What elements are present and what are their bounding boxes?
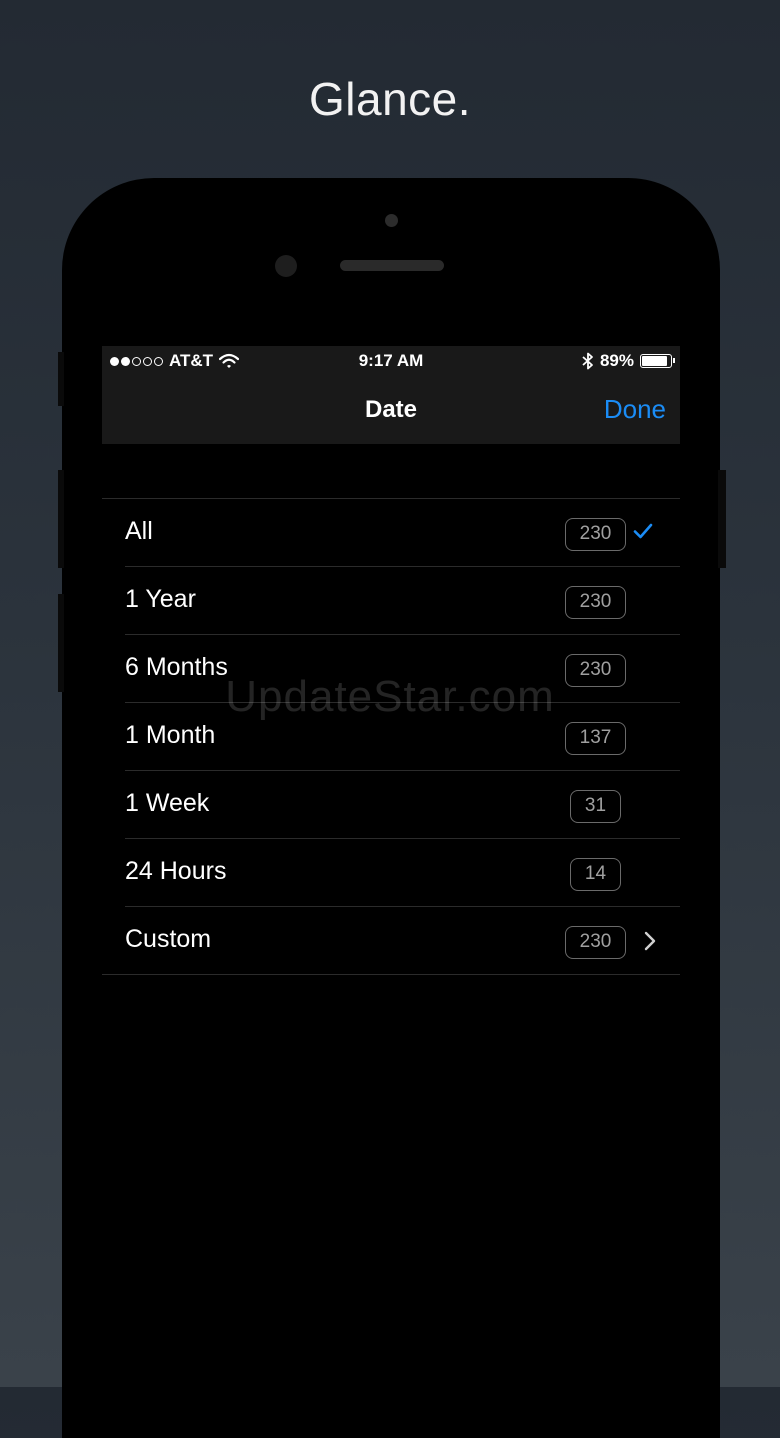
count-badge: 14 [570, 858, 621, 891]
navigation-bar: Date Done [102, 376, 680, 444]
volume-up-button [58, 470, 64, 568]
bluetooth-icon [582, 352, 593, 370]
watermark: UpdateStar.com [225, 672, 555, 721]
earpiece-speaker [340, 260, 444, 271]
done-button[interactable]: Done [604, 394, 666, 425]
phone-screen: AT&T 9:17 AM 89% Date Done All 230 1 Yea… [102, 346, 680, 1387]
date-option-1-week[interactable]: 1 Week 31 [125, 771, 680, 839]
count-badge: 230 [565, 586, 626, 619]
count-badge: 137 [565, 722, 626, 755]
status-right: 89% [582, 351, 675, 371]
mute-switch [58, 352, 64, 406]
status-bar: AT&T 9:17 AM 89% [102, 346, 680, 376]
power-button [718, 470, 726, 568]
front-camera [275, 255, 297, 277]
option-label: 1 Week [125, 789, 210, 817]
battery-tip [673, 358, 675, 363]
date-option-1-year[interactable]: 1 Year 230 [125, 567, 680, 635]
headline: Glance. [308, 73, 472, 125]
date-option-all[interactable]: All 230 [125, 499, 680, 567]
page-title: Date [364, 396, 418, 423]
option-label: 1 Year [125, 585, 196, 613]
option-label: Custom [125, 925, 212, 953]
option-label: All [125, 517, 153, 545]
battery-icon [640, 354, 675, 368]
battery-fill [642, 356, 667, 366]
date-filter-list: All 230 1 Year 230 6 Months 230 1 Month … [102, 498, 680, 975]
count-badge: 230 [565, 518, 626, 551]
battery-percent: 89% [599, 351, 634, 370]
checkmark-icon [633, 523, 653, 539]
chevron-right-icon [644, 931, 656, 951]
count-badge: 230 [565, 926, 626, 959]
date-option-24-hours[interactable]: 24 Hours 14 [125, 839, 680, 907]
option-label: 1 Month [125, 721, 216, 749]
option-label: 24 Hours [125, 857, 227, 885]
count-badge: 31 [570, 790, 621, 823]
proximity-sensor [385, 214, 398, 227]
date-option-custom[interactable]: Custom 230 [102, 907, 680, 975]
